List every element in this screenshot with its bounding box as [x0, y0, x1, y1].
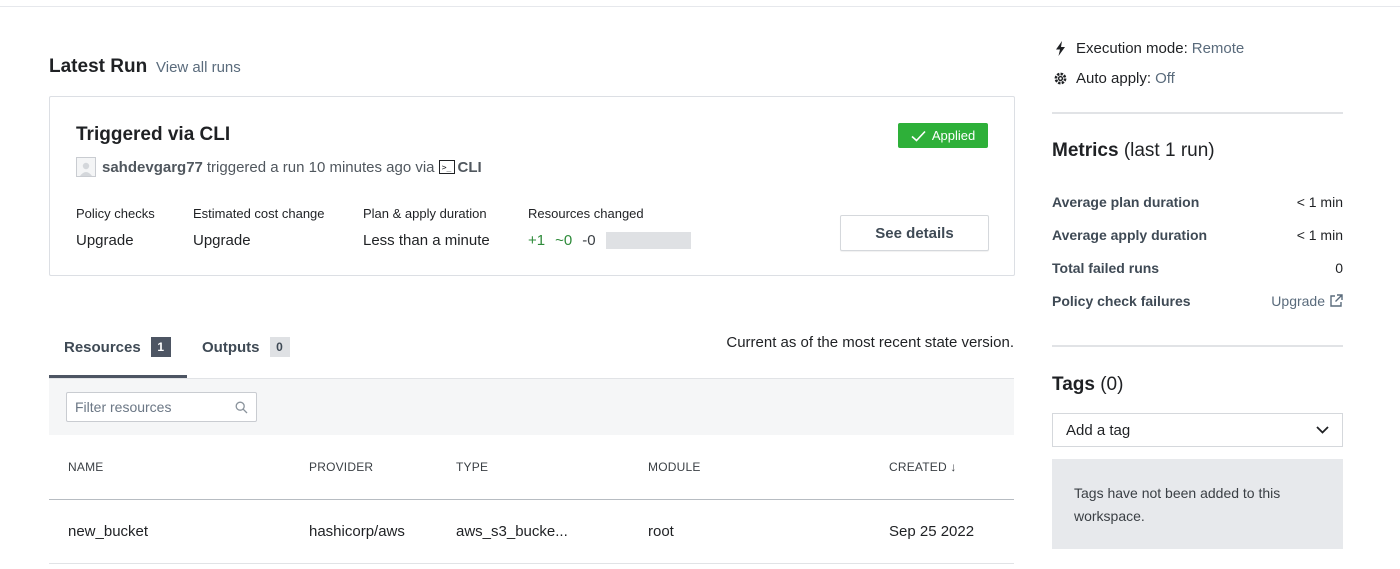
see-details-button[interactable]: See details [840, 215, 989, 251]
filter-bar [49, 379, 1014, 435]
metric-value-apply: < 1 min [1296, 227, 1343, 243]
resources-changed-value: +1 ~0 -0 [528, 232, 691, 249]
terminal-icon: >_ [438, 160, 455, 174]
gear-icon [1052, 71, 1068, 87]
filter-field[interactable] [66, 392, 257, 422]
view-all-runs-link[interactable]: View all runs [156, 59, 241, 76]
lightning-icon [1052, 41, 1068, 57]
tags-count: (0) [1100, 374, 1124, 395]
auto-apply-value[interactable]: Off [1155, 70, 1175, 87]
column-header-provider[interactable]: PROVIDER [309, 460, 373, 474]
state-note: Current as of the most recent state vers… [726, 334, 1014, 351]
cell-module: root [648, 523, 674, 540]
add-tag-label: Add a tag [1066, 421, 1131, 439]
run-source: CLI [457, 158, 482, 176]
top-divider [0, 6, 1400, 7]
run-meta: sahdevgarg77 triggered a run 10 minutes … [76, 157, 482, 177]
tags-heading: Tags [1052, 374, 1095, 395]
cell-provider: hashicorp/aws [309, 523, 405, 540]
status-badge: Applied [898, 123, 988, 148]
table-row-divider [49, 563, 1014, 564]
tab-outputs[interactable]: Outputs 0 [202, 337, 290, 357]
column-header-module[interactable]: MODULE [648, 460, 701, 474]
policy-upgrade-label: Upgrade [1271, 293, 1325, 309]
policy-checks-value: Upgrade [76, 232, 134, 249]
resources-changed-label: Resources changed [528, 206, 644, 221]
execution-mode: Execution mode: Remote [1052, 40, 1244, 57]
metric-value-plan: < 1 min [1296, 194, 1343, 210]
cell-created: Sep 25 2022 [889, 523, 975, 540]
search-icon [235, 401, 248, 414]
tab-resources-count: 1 [150, 337, 171, 357]
metric-label-policy: Policy check failures [1052, 293, 1191, 309]
status-label: Applied [931, 128, 976, 143]
cell-name[interactable]: new_bucket [68, 523, 148, 540]
cost-change-value: Upgrade [193, 232, 251, 249]
run-action-text: triggered a run 10 minutes ago via [206, 158, 435, 176]
duration-value: Less than a minute [363, 232, 490, 249]
resources-changed-count: ~0 [555, 232, 573, 249]
tags-empty-state: Tags have not been added to this workspa… [1052, 459, 1343, 549]
run-title[interactable]: Triggered via CLI [76, 124, 230, 146]
column-header-name[interactable]: NAME [68, 460, 103, 474]
latest-run-card: Triggered via CLI Applied sahdevgarg77 t… [49, 96, 1015, 276]
execution-mode-label: Execution mode: [1076, 40, 1188, 57]
duration-label: Plan & apply duration [363, 206, 487, 221]
column-header-type[interactable]: TYPE [456, 460, 488, 474]
external-link-icon [1330, 294, 1343, 307]
policy-upgrade-link[interactable]: Upgrade [1271, 293, 1343, 309]
tags-title: Tags (0) [1052, 374, 1123, 396]
policy-checks-label: Policy checks [76, 206, 155, 221]
sidebar-divider [1052, 112, 1343, 114]
avatar [76, 157, 96, 177]
metric-label-apply: Average apply duration [1052, 227, 1208, 243]
metric-label-plan: Average plan duration [1052, 194, 1200, 210]
tab-resources[interactable]: Resources 1 [64, 337, 171, 357]
sidebar-divider-2 [1052, 345, 1343, 347]
cell-type: aws_s3_bucke... [456, 523, 568, 540]
tab-outputs-label: Outputs [202, 338, 260, 356]
tab-outputs-count: 0 [269, 337, 290, 357]
check-icon [911, 130, 926, 142]
add-tag-select[interactable]: Add a tag [1052, 413, 1343, 447]
table-header-divider [49, 499, 1014, 500]
resources-change-bar [605, 232, 691, 249]
metrics-subtitle: (last 1 run) [1123, 140, 1215, 161]
resources-added: +1 [528, 232, 546, 249]
latest-run-title: Latest Run [49, 56, 148, 77]
auto-apply-label: Auto apply: [1076, 70, 1152, 87]
column-header-created[interactable]: CREATED ↓ [889, 460, 957, 474]
auto-apply: Auto apply: Off [1052, 70, 1175, 87]
filter-resources-input[interactable] [67, 393, 243, 421]
cost-change-label: Estimated cost change [193, 206, 325, 221]
tab-resources-label: Resources [64, 338, 141, 356]
run-user[interactable]: sahdevgarg77 [102, 159, 203, 176]
metric-value-failed: 0 [1335, 260, 1343, 276]
chevron-down-icon [1316, 426, 1329, 434]
metrics-title: Metrics (last 1 run) [1052, 140, 1215, 162]
execution-mode-value[interactable]: Remote [1192, 40, 1245, 57]
metric-label-failed: Total failed runs [1052, 260, 1160, 276]
metrics-heading: Metrics [1052, 140, 1119, 161]
resources-destroyed: -0 [582, 232, 596, 249]
